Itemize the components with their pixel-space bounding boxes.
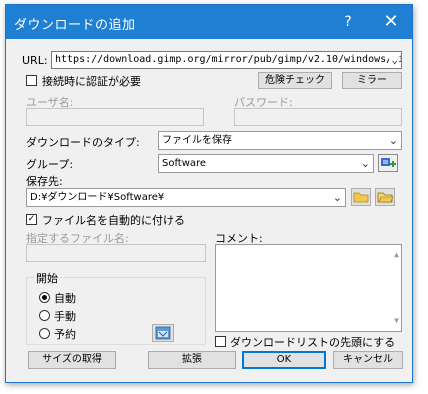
auto-name-label: ファイル名を自動的に付ける xyxy=(42,214,185,227)
folder-icon xyxy=(353,192,369,203)
group-label: グループ: xyxy=(26,158,74,171)
start-auto-label: 自動 xyxy=(54,292,76,305)
list-top-checkbox[interactable] xyxy=(215,336,226,347)
scroll-up-icon[interactable]: ▲ xyxy=(394,247,399,263)
start-schedule-label: 予約 xyxy=(54,328,76,341)
download-type-value: ファイルを保存 xyxy=(162,135,232,146)
mirror-button[interactable]: ミラー xyxy=(342,72,402,89)
cancel-button[interactable]: キャンセル xyxy=(333,351,403,369)
group-value: Software xyxy=(162,158,207,169)
start-manual-radio[interactable] xyxy=(39,310,50,321)
open-folder-icon xyxy=(377,192,394,203)
start-auto-radio[interactable] xyxy=(39,292,50,303)
filename-input[interactable] xyxy=(26,244,206,262)
add-download-dialog: ダウンロードの追加 ? ✕ URL: https://download.gimp… xyxy=(5,4,413,383)
start-schedule-radio[interactable] xyxy=(39,328,50,339)
ok-button[interactable]: OK xyxy=(242,351,326,369)
window-title: ダウンロードの追加 xyxy=(14,18,136,33)
auth-checkbox-label: 接続時に認証が必要 xyxy=(42,75,141,88)
url-label: URL: xyxy=(22,54,48,67)
start-group-label: 開始 xyxy=(34,270,60,286)
calendar-icon xyxy=(155,326,171,340)
help-button[interactable]: ? xyxy=(333,11,363,33)
start-manual-label: 手動 xyxy=(54,310,76,323)
danger-check-button[interactable]: 危険チェック xyxy=(258,72,332,89)
start-groupbox xyxy=(26,277,206,345)
password-input[interactable] xyxy=(234,108,402,126)
save-path-value: D:¥ダウンロード¥Software¥ xyxy=(30,192,165,203)
group-select[interactable]: Software ⌄ xyxy=(158,154,374,173)
extend-button[interactable]: 拡張 xyxy=(148,351,236,369)
auth-checkbox[interactable] xyxy=(26,75,37,86)
chevron-down-icon: ⌄ xyxy=(332,191,342,204)
list-top-label: ダウンロードリストの先頭にする xyxy=(230,336,396,349)
url-input[interactable]: https://download.gimp.org/mirror/pub/gim… xyxy=(51,51,402,69)
add-group-button[interactable] xyxy=(378,154,398,172)
auto-name-checkbox[interactable]: ✓ xyxy=(26,214,37,225)
get-size-button[interactable]: サイズの取得 xyxy=(28,351,116,369)
open-folder-button[interactable] xyxy=(375,188,395,206)
close-button[interactable]: ✕ xyxy=(376,11,406,33)
chevron-down-icon: ⌄ xyxy=(388,134,398,147)
username-input[interactable] xyxy=(26,108,204,126)
scroll-down-icon[interactable]: ▼ xyxy=(394,313,399,329)
chevron-down-icon: ⌄ xyxy=(360,157,370,170)
comment-textarea[interactable]: ▲ ▼ xyxy=(215,244,402,332)
schedule-button[interactable] xyxy=(152,324,174,342)
browse-folder-button[interactable] xyxy=(351,188,371,206)
save-path-select[interactable]: D:¥ダウンロード¥Software¥ ⌄ xyxy=(26,188,346,207)
title-bar: ダウンロードの追加 ? ✕ xyxy=(6,5,412,39)
save-path-label: 保存先: xyxy=(26,175,63,188)
download-type-select[interactable]: ファイルを保存 ⌄ xyxy=(158,131,402,150)
url-dropdown-icon[interactable]: ⌄ xyxy=(389,52,398,68)
download-type-label: ダウンロードのタイプ: xyxy=(26,136,140,149)
add-group-icon xyxy=(381,158,396,167)
url-value: https://download.gimp.org/mirror/pub/gim… xyxy=(55,54,401,65)
